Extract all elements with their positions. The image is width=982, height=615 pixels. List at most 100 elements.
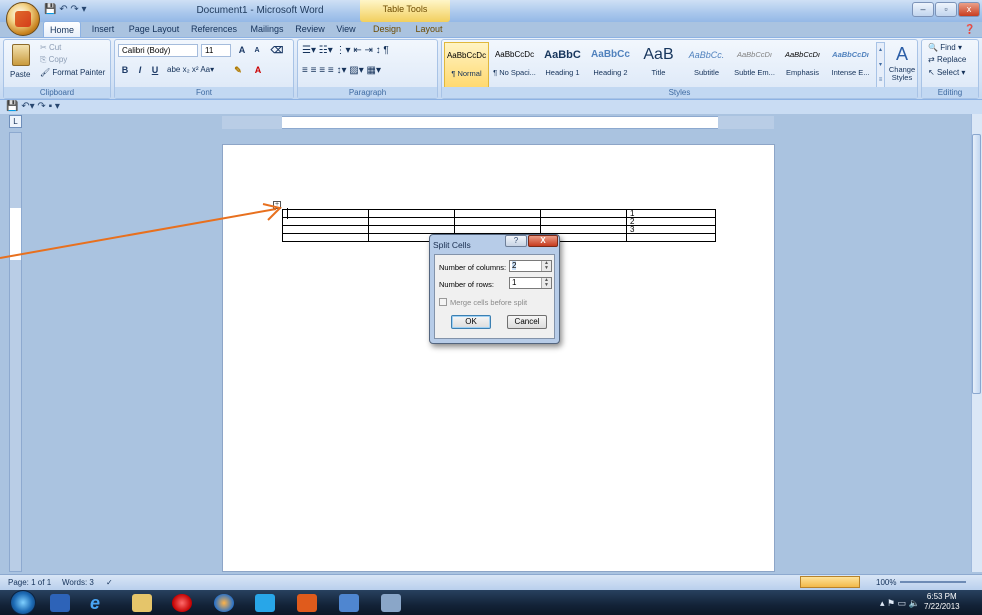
styles-group: AaBbCcDc ¶ Normal AaBbCcDc ¶ No Spaci... A… [441, 39, 918, 99]
word-count[interactable]: Words: 3 [62, 575, 94, 590]
powerpoint-icon[interactable] [297, 594, 317, 612]
skype-icon[interactable] [255, 594, 275, 612]
opera-icon[interactable] [172, 594, 192, 612]
list-buttons[interactable]: ☰▾ ☷▾ ⋮▾ ⇤ ⇥ ↕ ¶ [302, 45, 389, 56]
table-cell[interactable]: 2 [626, 217, 716, 226]
table-cell[interactable] [282, 217, 369, 226]
font-name-combo[interactable]: Calibri (Body) [118, 44, 198, 57]
find-button[interactable]: 🔍 Find ▾ [928, 43, 962, 52]
paste-button[interactable]: Paste [10, 70, 30, 79]
style-title[interactable]: AaB Title [636, 42, 681, 88]
maximize-button[interactable]: ▫ [935, 2, 957, 17]
spinner-arrows-icon[interactable]: ▲ ▼ [541, 278, 551, 288]
start-button[interactable] [10, 590, 36, 615]
merge-cells-checkbox[interactable] [439, 298, 447, 306]
underline-button[interactable]: U [148, 64, 162, 77]
clear-format-icon[interactable]: ⌫ [270, 44, 284, 57]
table-cell[interactable]: 1 [626, 209, 716, 218]
dialog-close-button[interactable]: X [528, 235, 558, 247]
style-normal[interactable]: AaBbCcDc ¶ Normal [444, 42, 489, 88]
align-buttons[interactable]: ≡ ≡ ≡ ≡ ↕▾ ▨▾ ▦▾ [302, 65, 381, 76]
table-cell[interactable] [282, 233, 369, 242]
rows-value[interactable]: 1 [512, 278, 516, 287]
table-cell[interactable] [454, 225, 541, 234]
replace-button[interactable]: ⇄ Replace [928, 55, 966, 64]
table-cell[interactable] [368, 209, 455, 218]
table-cell[interactable] [368, 217, 455, 226]
style-subtitle[interactable]: AaBbCc. Subtitle [684, 42, 729, 88]
table-cell[interactable]: 3 [626, 225, 716, 234]
copy-button[interactable]: ⎘ Copy [40, 55, 67, 65]
style-heading-1[interactable]: AaBbC Heading 1 [540, 42, 585, 88]
style-intense-emphasis[interactable]: AaBbCcDı Intense E... [828, 42, 873, 88]
horizontal-ruler[interactable] [222, 116, 774, 129]
tab-selector-button[interactable]: L [9, 115, 22, 128]
scrollbar-thumb[interactable] [972, 134, 981, 394]
dialog-help-button[interactable]: ? [505, 235, 527, 247]
proofing-icon[interactable]: ✓ [106, 575, 113, 590]
tab-references[interactable]: References [186, 21, 242, 38]
table-cell[interactable] [454, 217, 541, 226]
tab-mailings[interactable]: Mailings [246, 21, 288, 38]
file-explorer-icon[interactable] [132, 594, 152, 612]
firefox-icon[interactable] [214, 594, 234, 612]
window-title: Document1 - Microsoft Word [196, 5, 324, 16]
format-painter-button[interactable]: 🖌 Format Painter [40, 68, 105, 77]
font-format-buttons[interactable]: abe x₂ x² Aa▾ [167, 65, 214, 74]
close-window-button[interactable]: x [958, 2, 980, 17]
internet-explorer-icon[interactable]: e [90, 594, 110, 612]
shrink-font-button[interactable]: A [250, 44, 264, 57]
zoom-level[interactable]: 100% [876, 575, 896, 590]
tab-layout[interactable]: Layout [410, 21, 448, 38]
bold-button[interactable]: B [118, 64, 132, 77]
styles-scroll-buttons[interactable]: ▴ ▾ ≡ [876, 42, 885, 88]
help-icon[interactable]: ❓ [962, 21, 978, 38]
rows-spinner[interactable]: 1 ▲ ▼ [509, 277, 552, 289]
tab-review[interactable]: Review [292, 21, 328, 38]
word-icon[interactable] [339, 594, 359, 612]
change-styles-button[interactable]: A Change Styles [888, 42, 916, 88]
system-tray-icons[interactable]: ▴ ⚑ ▭ 🔈 [880, 598, 920, 609]
font-size-combo[interactable]: 11 [201, 44, 231, 57]
editing-group-label: Editing [922, 87, 978, 98]
cut-button[interactable]: ✂ Cut [40, 43, 61, 52]
clock[interactable]: 6:53 PM 7/22/2013 [924, 592, 960, 612]
columns-label: Number of columns: [439, 263, 507, 272]
tab-insert[interactable]: Insert [84, 21, 122, 38]
table-cell[interactable] [454, 209, 541, 218]
highlight-color-icon[interactable]: ✎ [231, 64, 245, 77]
view-buttons[interactable] [800, 576, 860, 588]
table-cell[interactable] [540, 225, 627, 234]
table-cell[interactable] [368, 225, 455, 234]
media-center-icon[interactable] [50, 594, 70, 612]
tab-page-layout[interactable]: Page Layout [126, 21, 182, 38]
table-cell[interactable] [540, 217, 627, 226]
vertical-ruler[interactable] [9, 132, 22, 572]
table-cell[interactable] [282, 209, 369, 218]
columns-spinner[interactable]: 2 ▲ ▼ [509, 260, 552, 272]
table-cell[interactable] [626, 233, 716, 242]
tab-view[interactable]: View [332, 21, 360, 38]
cancel-button[interactable]: Cancel [507, 315, 547, 329]
quick-access-toolbar[interactable]: 💾 ↶▾ ↷ ▪ ▾ [0, 100, 982, 114]
style-heading-2[interactable]: AaBbCc Heading 2 [588, 42, 633, 88]
select-button[interactable]: ↖ Select ▾ [928, 68, 965, 77]
zoom-slider[interactable] [900, 581, 966, 583]
style-no-spacing[interactable]: AaBbCcDc ¶ No Spaci... [492, 42, 537, 88]
style-subtle-emphasis[interactable]: AaBbCcDı Subtle Em... [732, 42, 777, 88]
tab-home[interactable]: Home [43, 21, 81, 38]
columns-value[interactable]: 2 [512, 261, 517, 270]
italic-button[interactable]: I [133, 64, 147, 77]
spinner-arrows-icon[interactable]: ▲ ▼ [541, 261, 551, 271]
minimize-button[interactable]: – [912, 2, 934, 17]
ok-button[interactable]: OK [451, 315, 491, 329]
table-cell[interactable] [540, 209, 627, 218]
tab-design[interactable]: Design [368, 21, 406, 38]
office-button[interactable] [6, 2, 40, 36]
font-color-icon[interactable]: A [251, 64, 265, 77]
table-cell[interactable] [282, 225, 369, 234]
grow-font-button[interactable]: A [235, 44, 249, 57]
style-emphasis[interactable]: AaBbCcDı Emphasis [780, 42, 825, 88]
page-count[interactable]: Page: 1 of 1 [8, 575, 51, 590]
paint-icon[interactable] [381, 594, 401, 612]
